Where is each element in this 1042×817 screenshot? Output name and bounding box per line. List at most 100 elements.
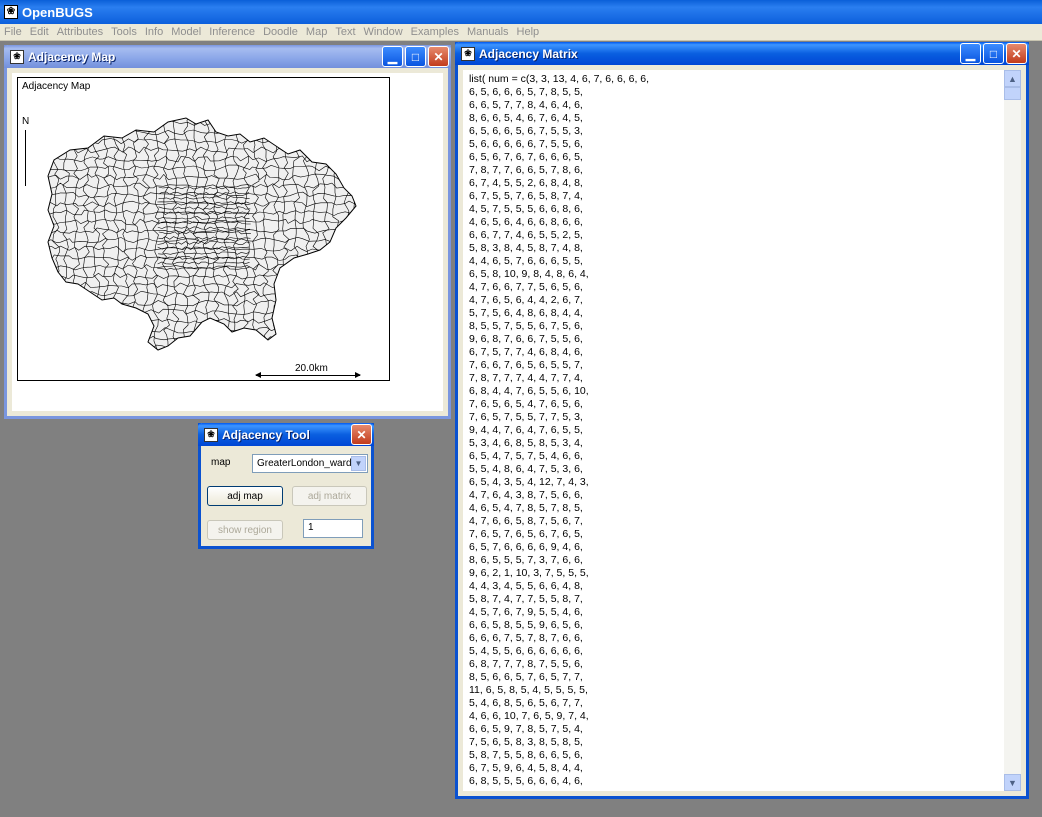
matrix-line: 5, 4, 5, 5, 6, 6, 6, 6, 6, 6, bbox=[469, 645, 583, 657]
menu-item-help[interactable]: Help bbox=[517, 26, 540, 38]
tool-body: map GreaterLondon_ward ▼ adj map adj mat… bbox=[201, 446, 371, 546]
matrix-line: 6, 5, 4, 3, 5, 4, 12, 7, 4, 3, bbox=[469, 476, 589, 488]
bugs-icon: ❀ bbox=[4, 5, 18, 19]
app-title: OpenBUGS bbox=[22, 4, 93, 20]
mdi-workspace: ❀ Adjacency Map ▁ □ ✕ Adjacency Map N 20… bbox=[0, 41, 1042, 817]
matrix-line: 6, 5, 6, 6, 6, 5, 7, 8, 5, 5, bbox=[469, 86, 583, 98]
matrix-line: 9, 6, 2, 1, 10, 3, 7, 5, 5, 5, bbox=[469, 567, 589, 579]
matrix-line: 6, 8, 4, 4, 7, 6, 5, 5, 6, 10, bbox=[469, 385, 589, 397]
minimize-button[interactable]: ▁ bbox=[960, 43, 981, 64]
adjacency-map-titlebar[interactable]: ❀ Adjacency Map ▁ □ ✕ bbox=[4, 45, 451, 68]
map-select-value: GreaterLondon_ward bbox=[257, 458, 352, 469]
matrix-line: 4, 4, 6, 5, 7, 6, 6, 6, 5, 5, bbox=[469, 255, 583, 267]
matrix-line: 4, 6, 5, 6, 4, 6, 6, 8, 6, 6, bbox=[469, 216, 583, 228]
matrix-line: 4, 7, 6, 4, 3, 8, 7, 5, 6, 6, bbox=[469, 489, 583, 501]
close-button[interactable]: ✕ bbox=[428, 46, 449, 67]
scale-bar bbox=[255, 372, 361, 378]
menubar: File Edit Attributes Tools Info Model Inferenc… bbox=[0, 24, 1042, 41]
matrix-line: 7, 8, 7, 7, 7, 4, 4, 7, 7, 4, bbox=[469, 372, 583, 384]
adjacency-tool-titlebar[interactable]: ❀ Adjacency Tool ✕ bbox=[198, 423, 374, 446]
matrix-line: 6, 6, 5, 9, 7, 8, 5, 7, 5, 4, bbox=[469, 723, 583, 735]
show-region-button[interactable]: show region bbox=[207, 520, 283, 540]
scroll-up-arrow-icon[interactable]: ▲ bbox=[1004, 70, 1021, 87]
app-title-bar: ❀ OpenBUGS bbox=[0, 0, 1042, 24]
matrix-line: 5, 6, 6, 6, 6, 6, 7, 5, 5, 6, bbox=[469, 138, 583, 150]
menu-item-doodle[interactable]: Doodle bbox=[263, 26, 298, 38]
menu-item-map[interactable]: Map bbox=[306, 26, 327, 38]
map-field-label: map bbox=[211, 457, 231, 468]
matrix-line: 5, 4, 6, 8, 5, 6, 5, 6, 7, 7, bbox=[469, 697, 583, 709]
matrix-line: 5, 3, 4, 6, 8, 5, 8, 5, 3, 4, bbox=[469, 437, 583, 449]
menu-item-attributes[interactable]: Attributes bbox=[57, 26, 103, 38]
chevron-down-icon[interactable]: ▼ bbox=[351, 456, 366, 471]
london-ward-map[interactable] bbox=[18, 78, 391, 382]
matrix-line: 7, 8, 7, 7, 6, 6, 5, 7, 8, 6, bbox=[469, 164, 583, 176]
menu-item-text[interactable]: Text bbox=[335, 26, 355, 38]
menu-item-inference[interactable]: Inference bbox=[209, 26, 255, 38]
adjacency-matrix-titlebar[interactable]: ❀ Adjacency Matrix ▁ □ ✕ bbox=[455, 42, 1029, 65]
bugs-icon: ❀ bbox=[204, 427, 218, 442]
matrix-line: 4, 6, 5, 4, 7, 8, 5, 7, 8, 5, bbox=[469, 502, 583, 514]
matrix-line: 6, 8, 5, 5, 5, 6, 6, 6, 4, 6, bbox=[469, 775, 583, 787]
menu-item-file[interactable]: File bbox=[4, 26, 22, 38]
matrix-line: 7, 5, 6, 5, 8, 3, 8, 5, 8, 5, bbox=[469, 736, 583, 748]
matrix-line: 8, 6, 5, 5, 5, 7, 3, 7, 6, 6, bbox=[469, 554, 583, 566]
bugs-icon: ❀ bbox=[10, 49, 24, 64]
matrix-line: 9, 4, 4, 7, 6, 4, 7, 6, 5, 5, bbox=[469, 424, 583, 436]
menu-item-tools[interactable]: Tools bbox=[111, 26, 137, 38]
bugs-icon: ❀ bbox=[461, 46, 475, 61]
adjacency-matrix-window: ❀ Adjacency Matrix ▁ □ ✕ list( num = c(3… bbox=[455, 42, 1029, 799]
matrix-line: 7, 6, 5, 7, 6, 5, 6, 7, 6, 5, bbox=[469, 528, 583, 540]
menu-item-model[interactable]: Model bbox=[171, 26, 201, 38]
map-canvas[interactable]: Adjacency Map N 20.0km bbox=[12, 73, 443, 411]
matrix-line: 6, 5, 6, 6, 5, 6, 7, 5, 5, 3, bbox=[469, 125, 583, 137]
matrix-line: 8, 6, 6, 5, 4, 6, 7, 6, 4, 5, bbox=[469, 112, 583, 124]
matrix-line: 7, 6, 6, 7, 6, 5, 6, 5, 5, 7, bbox=[469, 359, 583, 371]
matrix-line: 6, 5, 4, 7, 5, 7, 5, 4, 6, 6, bbox=[469, 450, 583, 462]
close-button[interactable]: ✕ bbox=[351, 424, 372, 445]
matrix-line: 6, 6, 5, 8, 5, 5, 9, 6, 5, 6, bbox=[469, 619, 583, 631]
matrix-line: 6, 7, 5, 5, 7, 6, 5, 8, 7, 4, bbox=[469, 190, 583, 202]
matrix-line: 4, 5, 7, 5, 5, 5, 6, 6, 8, 6, bbox=[469, 203, 583, 215]
scale-label: 20.0km bbox=[295, 363, 328, 374]
matrix-line: 6, 7, 5, 9, 6, 4, 5, 8, 4, 4, bbox=[469, 762, 583, 774]
close-button[interactable]: ✕ bbox=[1006, 43, 1027, 64]
matrix-line: 4, 7, 6, 5, 6, 4, 4, 2, 6, 7, bbox=[469, 294, 583, 306]
matrix-line: 7, 6, 5, 7, 5, 5, 7, 7, 5, 3, bbox=[469, 411, 583, 423]
map-select[interactable]: GreaterLondon_ward ▼ bbox=[252, 454, 368, 473]
matrix-text-area[interactable]: list( num = c(3, 3, 13, 4, 6, 7, 6, 6, 6… bbox=[463, 70, 1004, 791]
matrix-line: 6, 6, 5, 7, 7, 8, 4, 6, 4, 6, bbox=[469, 99, 583, 111]
adj-matrix-button[interactable]: adj matrix bbox=[292, 486, 367, 506]
matrix-line: 5, 5, 4, 8, 6, 4, 7, 5, 3, 6, bbox=[469, 463, 583, 475]
menu-item-examples[interactable]: Examples bbox=[411, 26, 459, 38]
matrix-line: 6, 5, 6, 7, 6, 7, 6, 6, 6, 5, bbox=[469, 151, 583, 163]
matrix-line: 11, 6, 5, 8, 5, 4, 5, 5, 5, 5, bbox=[469, 684, 588, 696]
window-title: Adjacency Matrix bbox=[479, 46, 578, 61]
matrix-line: 9, 6, 8, 7, 6, 6, 7, 5, 5, 6, bbox=[469, 333, 583, 345]
maximize-button[interactable]: □ bbox=[405, 46, 426, 67]
matrix-line: 6, 8, 7, 7, 7, 8, 7, 5, 5, 6, bbox=[469, 658, 583, 670]
adjacency-tool-dialog: ❀ Adjacency Tool ✕ map GreaterLondon_war… bbox=[198, 423, 374, 549]
vertical-scrollbar[interactable]: ▲ ▼ bbox=[1004, 70, 1021, 791]
matrix-line: 6, 6, 7, 7, 4, 6, 5, 5, 2, 5, bbox=[469, 229, 583, 241]
window-title: Adjacency Map bbox=[28, 49, 116, 64]
menu-item-edit[interactable]: Edit bbox=[30, 26, 49, 38]
matrix-line: 5, 8, 7, 4, 7, 7, 5, 5, 8, 7, bbox=[469, 593, 583, 605]
region-input[interactable]: 1 bbox=[303, 519, 363, 538]
matrix-line: 4, 4, 3, 4, 5, 5, 6, 6, 4, 8, bbox=[469, 580, 583, 592]
scroll-thumb[interactable] bbox=[1004, 87, 1021, 100]
maximize-button[interactable]: □ bbox=[983, 43, 1004, 64]
menu-item-info[interactable]: Info bbox=[145, 26, 163, 38]
map-frame: Adjacency Map N 20.0km bbox=[17, 77, 390, 381]
scroll-down-arrow-icon[interactable]: ▼ bbox=[1004, 774, 1021, 791]
matrix-line: 5, 8, 7, 5, 5, 8, 6, 6, 5, 6, bbox=[469, 749, 583, 761]
matrix-line: 4, 7, 6, 6, 5, 8, 7, 5, 6, 7, bbox=[469, 515, 583, 527]
matrix-line: 4, 7, 6, 6, 7, 7, 5, 6, 5, 6, bbox=[469, 281, 583, 293]
menu-item-window[interactable]: Window bbox=[364, 26, 403, 38]
matrix-line: 8, 5, 5, 7, 5, 5, 6, 7, 5, 6, bbox=[469, 320, 583, 332]
adj-map-button[interactable]: adj map bbox=[207, 486, 283, 506]
matrix-line: 6, 7, 4, 5, 5, 2, 6, 8, 4, 8, bbox=[469, 177, 583, 189]
menu-item-manuals[interactable]: Manuals bbox=[467, 26, 509, 38]
minimize-button[interactable]: ▁ bbox=[382, 46, 403, 67]
matrix-line: 6, 5, 7, 6, 6, 6, 6, 9, 4, 6, bbox=[469, 541, 583, 553]
